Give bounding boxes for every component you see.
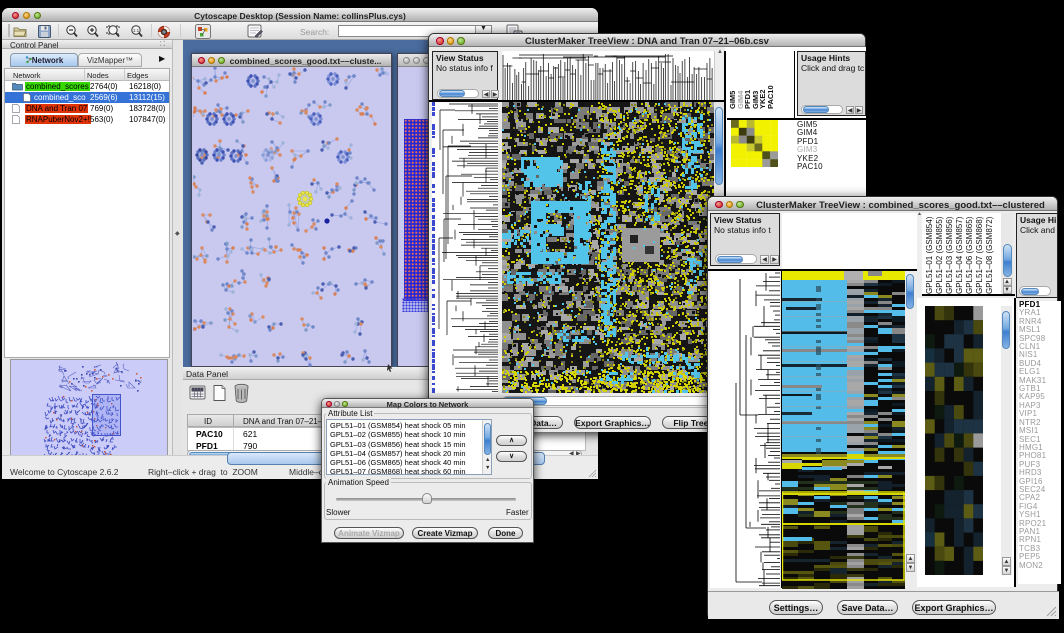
svg-text:1:1: 1:1	[133, 28, 140, 33]
